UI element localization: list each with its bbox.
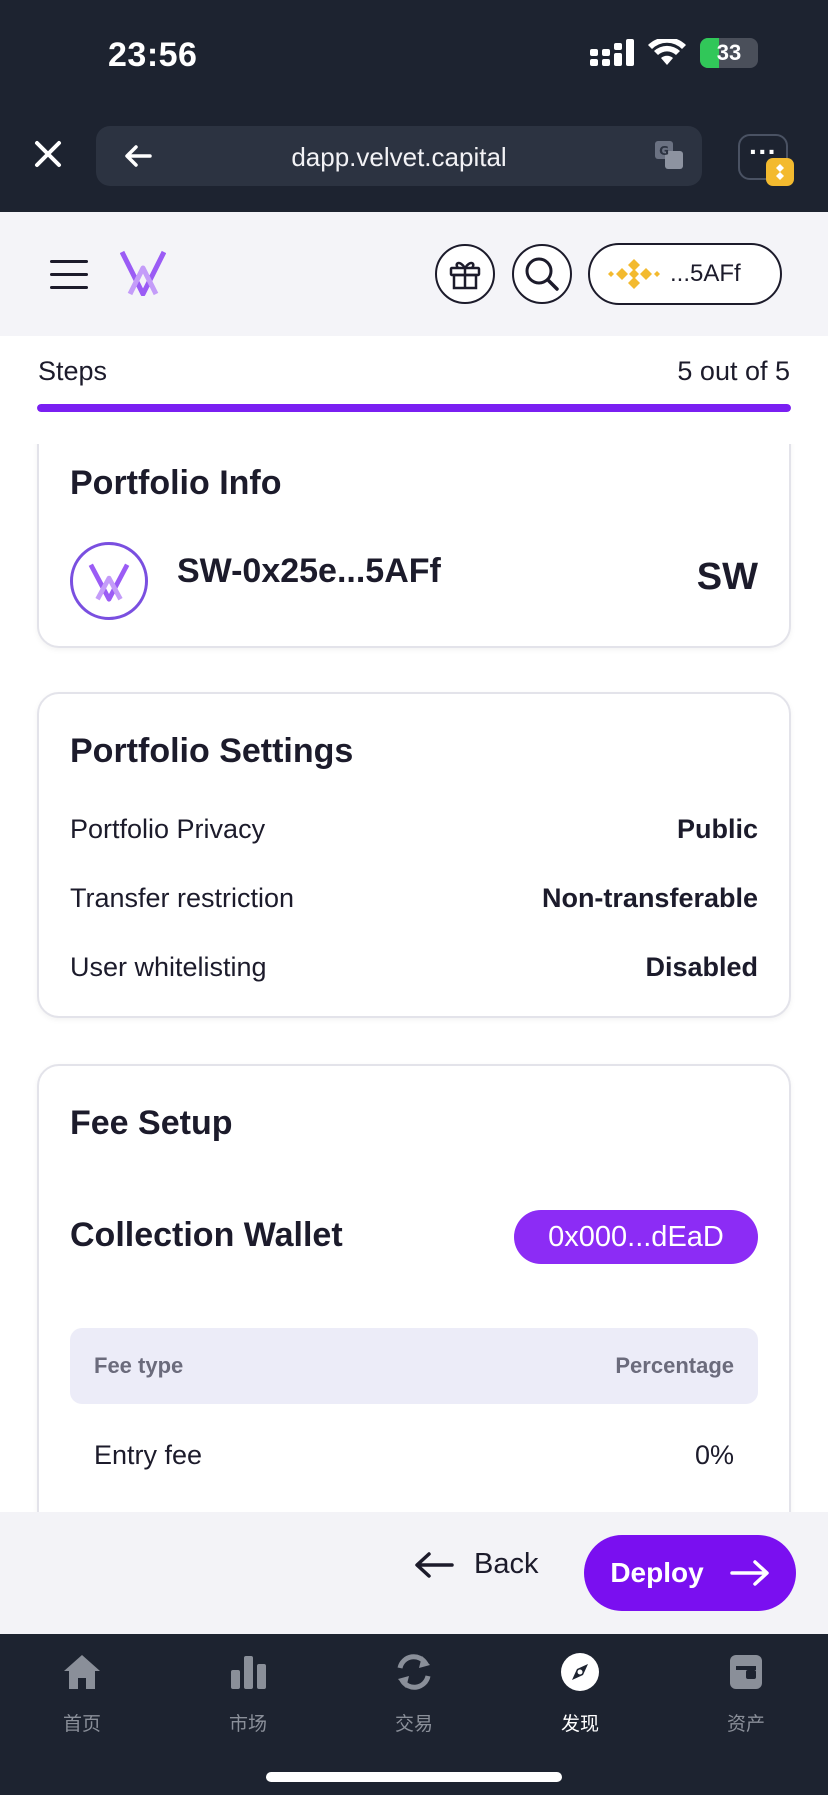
setting-label: Portfolio Privacy bbox=[70, 814, 266, 844]
portfolio-symbol: SW bbox=[696, 556, 758, 598]
tab-trade[interactable]: 交易 bbox=[364, 1650, 464, 1736]
setting-value: Public bbox=[676, 814, 758, 844]
svg-text:G: G bbox=[659, 144, 669, 158]
progress-track bbox=[37, 404, 791, 412]
status-time: 23:56 bbox=[108, 36, 198, 74]
tab-market[interactable]: 市场 bbox=[198, 1650, 298, 1736]
gift-icon bbox=[449, 261, 481, 290]
url-text: dapp.velvet.capital bbox=[291, 142, 507, 172]
setting-label: Transfer restriction bbox=[70, 883, 295, 913]
market-icon bbox=[231, 1656, 266, 1689]
portfolio-info-card: Portfolio Info SW-0x25e...5AFf SW bbox=[37, 444, 791, 648]
home-icon bbox=[64, 1655, 100, 1689]
assets-icon bbox=[730, 1655, 762, 1689]
bnb-chain-icon bbox=[608, 259, 660, 289]
setting-label: User whitelisting bbox=[70, 952, 267, 982]
portfolio-avatar bbox=[70, 542, 148, 620]
back-button[interactable]: Back bbox=[414, 1548, 538, 1581]
setting-value: Non-transferable bbox=[541, 883, 758, 913]
arrow-left-icon bbox=[415, 1551, 454, 1578]
fee-table-header: Fee type Percentage bbox=[70, 1328, 758, 1404]
steps-count: 5 out of 5 bbox=[677, 356, 790, 386]
tab-label: 首页 bbox=[62, 1713, 101, 1735]
battery-indicator: 33 bbox=[700, 38, 758, 68]
tab-home[interactable]: 首页 bbox=[32, 1650, 132, 1736]
portfolio-name: SW-0x25e...5AFf bbox=[177, 552, 441, 590]
wallet-button[interactable]: ...5AFf bbox=[588, 243, 782, 305]
tab-label: 市场 bbox=[228, 1713, 267, 1735]
trade-icon bbox=[397, 1654, 431, 1690]
close-icon[interactable] bbox=[32, 138, 64, 170]
settings-row-transfer: Transfer restriction Non-transferable bbox=[70, 883, 758, 914]
steps-progress: Steps 5 out of 5 bbox=[0, 336, 828, 444]
steps-label: Steps bbox=[38, 356, 108, 386]
deploy-label: Deploy bbox=[610, 1557, 704, 1588]
battery-level: 33 bbox=[716, 40, 742, 65]
portfolio-info-title: Portfolio Info bbox=[70, 464, 282, 502]
hamburger-menu-icon[interactable] bbox=[50, 260, 88, 289]
browser-chrome: 23:56 33 dapp.velvet.capital G ··· bbox=[0, 0, 828, 212]
review-scroll-area[interactable]: Portfolio Info SW-0x25e...5AFf SW Portfo… bbox=[0, 444, 828, 1512]
column-header-fee-type: Fee type bbox=[94, 1353, 184, 1378]
velvet-logo[interactable] bbox=[120, 250, 166, 296]
search-icon bbox=[525, 257, 559, 291]
fee-percentage-cell: 0% bbox=[694, 1440, 734, 1470]
table-row: Entry fee 0% bbox=[94, 1440, 734, 1471]
column-header-percentage: Percentage bbox=[615, 1353, 734, 1378]
portfolio-settings-title: Portfolio Settings bbox=[70, 732, 354, 770]
deploy-button[interactable]: Deploy bbox=[584, 1535, 796, 1611]
app-header: ...5AFf bbox=[0, 212, 828, 336]
tab-assets[interactable]: 资产 bbox=[696, 1650, 796, 1736]
portfolio-settings-card: Portfolio Settings Portfolio Privacy Pub… bbox=[37, 692, 791, 1018]
translate-icon[interactable]: G bbox=[654, 140, 684, 170]
velvet-logo-icon bbox=[88, 563, 130, 602]
bottom-tab-bar: 首页 市场 交易 发现 资产 bbox=[0, 1634, 828, 1795]
tab-label: 发现 bbox=[560, 1713, 599, 1735]
wifi-icon bbox=[648, 39, 686, 65]
tab-label: 交易 bbox=[394, 1713, 433, 1735]
arrow-right-icon bbox=[729, 1560, 769, 1586]
settings-row-whitelisting: User whitelisting Disabled bbox=[70, 952, 758, 983]
fee-setup-title: Fee Setup bbox=[70, 1104, 233, 1142]
wallet-address: ...5AFf bbox=[670, 260, 741, 287]
home-indicator bbox=[266, 1772, 562, 1782]
url-bar[interactable]: dapp.velvet.capital G bbox=[96, 126, 702, 186]
fee-setup-card: Fee Setup Collection Wallet 0x000...dEaD… bbox=[37, 1064, 791, 1512]
status-indicators: 33 bbox=[590, 38, 758, 68]
fee-type-cell: Entry fee bbox=[94, 1440, 203, 1470]
action-bar: Back Deploy bbox=[0, 1512, 828, 1634]
collection-wallet-label: Collection Wallet bbox=[70, 1216, 343, 1254]
tab-label: 资产 bbox=[726, 1713, 765, 1735]
discover-icon bbox=[561, 1653, 599, 1691]
back-label: Back bbox=[474, 1548, 539, 1580]
setting-value: Disabled bbox=[645, 952, 758, 982]
search-button[interactable] bbox=[512, 244, 572, 304]
tab-discover[interactable]: 发现 bbox=[530, 1650, 630, 1736]
collection-wallet-address[interactable]: 0x000...dEaD bbox=[514, 1210, 758, 1264]
settings-row-privacy: Portfolio Privacy Public bbox=[70, 814, 758, 845]
gift-button[interactable] bbox=[435, 244, 495, 304]
binance-app-icon[interactable] bbox=[766, 158, 794, 186]
progress-fill bbox=[37, 404, 791, 412]
cellular-signal-icon bbox=[590, 39, 634, 66]
